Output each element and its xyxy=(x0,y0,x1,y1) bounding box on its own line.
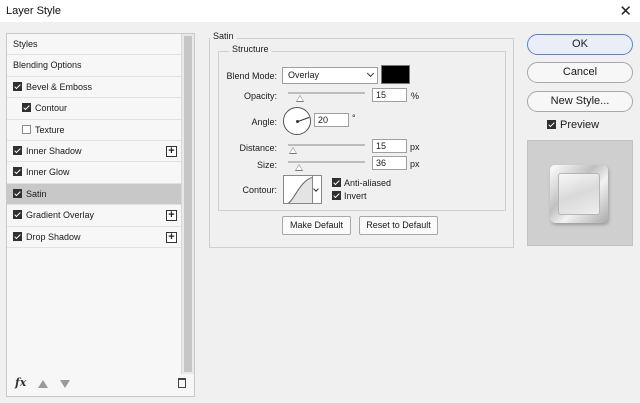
preview-checkbox[interactable]: Preview xyxy=(547,119,599,131)
opacity-label: Opacity: xyxy=(243,91,277,101)
styles-toolbar: fx xyxy=(7,372,194,396)
size-slider-track[interactable] xyxy=(288,161,365,163)
distance-slider-track[interactable] xyxy=(288,144,365,146)
checkbox-checked-icon[interactable] xyxy=(13,81,22,91)
new-style-button[interactable]: New Style... xyxy=(527,91,633,112)
add-icon[interactable]: + xyxy=(166,145,177,157)
angle-needle xyxy=(297,116,310,122)
distance-input[interactable]: 15 xyxy=(372,139,407,153)
contour-preview[interactable] xyxy=(283,175,313,204)
scrollbar-thumb[interactable] xyxy=(184,36,192,372)
style-item-label: Inner Glow xyxy=(26,167,70,178)
style-preview xyxy=(527,140,633,246)
checkbox-checked-icon[interactable] xyxy=(22,103,31,113)
style-item-label: Inner Shadow xyxy=(26,145,82,156)
make-default-button[interactable]: Make Default xyxy=(282,216,351,235)
style-item-label: Drop Shadow xyxy=(26,231,81,242)
style-item-inner-shadow[interactable]: Inner Shadow + xyxy=(7,141,182,163)
preview-sample-inner xyxy=(558,173,600,215)
satin-group-title: Satin xyxy=(210,31,237,41)
checkbox-checked-icon[interactable] xyxy=(13,188,22,198)
close-icon[interactable]: ✕ xyxy=(619,2,632,20)
checkbox-unchecked-icon[interactable] xyxy=(22,124,31,134)
style-item-label: Gradient Overlay xyxy=(26,210,95,221)
satin-color-swatch[interactable] xyxy=(381,65,410,84)
cancel-button[interactable]: Cancel xyxy=(527,62,633,83)
style-item-label: Contour xyxy=(35,103,68,114)
opacity-slider-thumb[interactable] xyxy=(295,95,304,102)
angle-unit: ° xyxy=(352,113,356,123)
size-slider-thumb[interactable] xyxy=(294,164,303,171)
style-item-bevel-emboss[interactable]: Bevel & Emboss xyxy=(7,77,182,99)
invert-checkbox[interactable]: Invert xyxy=(332,191,367,201)
preview-sample-shape xyxy=(550,165,608,223)
style-item-satin[interactable]: Satin xyxy=(7,183,182,206)
chevron-down-icon xyxy=(366,69,375,78)
style-item-label: Styles xyxy=(13,39,38,49)
size-label: Size: xyxy=(256,160,277,170)
checkbox-checked-icon xyxy=(332,178,341,187)
checkbox-checked-icon xyxy=(547,120,556,129)
move-down-icon[interactable] xyxy=(60,380,70,388)
contour-label: Contour: xyxy=(242,185,277,195)
anti-aliased-label: Anti-aliased xyxy=(344,178,392,188)
distance-label: Distance: xyxy=(239,143,277,153)
style-item-styles[interactable]: Styles xyxy=(7,34,182,56)
anti-aliased-checkbox[interactable]: Anti-aliased xyxy=(332,178,391,188)
style-item-drop-shadow[interactable]: Drop Shadow + xyxy=(7,227,182,248)
styles-list: Styles Blending Options Bevel & Emboss Cont… xyxy=(7,34,182,248)
styles-panel: Styles Blending Options Bevel & Emboss Cont… xyxy=(6,33,195,397)
style-item-label: Texture xyxy=(35,124,65,135)
blend-mode-label: Blend Mode: xyxy=(226,71,277,81)
opacity-unit: % xyxy=(411,91,420,101)
angle-label: Angle: xyxy=(251,117,277,127)
fx-icon[interactable]: fx xyxy=(15,376,26,389)
invert-label: Invert xyxy=(344,191,367,201)
angle-center xyxy=(296,120,299,123)
checkbox-checked-icon[interactable] xyxy=(13,231,22,241)
style-item-gradient-overlay[interactable]: Gradient Overlay + xyxy=(7,205,182,227)
reset-to-default-button[interactable]: Reset to Default xyxy=(359,216,438,235)
size-unit: px xyxy=(410,159,420,169)
style-item-blending-options[interactable]: Blending Options xyxy=(7,55,182,77)
distance-unit: px xyxy=(410,142,420,152)
contour-dropdown[interactable] xyxy=(313,175,322,204)
blend-mode-select[interactable]: Overlay xyxy=(282,67,378,84)
checkbox-checked-icon[interactable] xyxy=(13,167,22,177)
chevron-down-icon xyxy=(313,186,319,192)
style-item-label: Bevel & Emboss xyxy=(26,81,93,92)
window-title: Layer Style xyxy=(6,5,62,17)
move-up-icon[interactable] xyxy=(38,380,48,388)
opacity-slider-track[interactable] xyxy=(288,92,365,94)
size-input[interactable]: 36 xyxy=(372,156,407,170)
angle-dial[interactable] xyxy=(283,107,311,135)
opacity-input[interactable]: 15 xyxy=(372,88,407,102)
add-icon[interactable]: + xyxy=(166,210,177,222)
checkbox-checked-icon[interactable] xyxy=(13,145,22,155)
style-item-inner-glow[interactable]: Inner Glow xyxy=(7,162,182,184)
contour-curve-icon xyxy=(287,177,312,203)
style-item-contour[interactable]: Contour xyxy=(7,98,182,120)
style-item-label: Blending Options xyxy=(13,60,82,71)
angle-input[interactable]: 20 xyxy=(314,113,349,127)
structure-group-title: Structure xyxy=(229,44,272,54)
checkbox-checked-icon xyxy=(332,191,341,200)
title-bar: Layer Style ✕ xyxy=(0,0,640,22)
trash-icon[interactable] xyxy=(178,378,186,388)
style-item-texture[interactable]: Texture xyxy=(7,120,182,141)
checkbox-checked-icon[interactable] xyxy=(13,210,22,220)
add-icon[interactable]: + xyxy=(166,231,177,243)
blend-mode-value: Overlay xyxy=(288,70,320,80)
styles-scrollbar[interactable] xyxy=(181,34,194,374)
preview-label: Preview xyxy=(560,119,600,131)
ok-button[interactable]: OK xyxy=(527,34,633,55)
style-item-label: Satin xyxy=(26,188,47,199)
distance-slider-thumb[interactable] xyxy=(288,147,297,154)
